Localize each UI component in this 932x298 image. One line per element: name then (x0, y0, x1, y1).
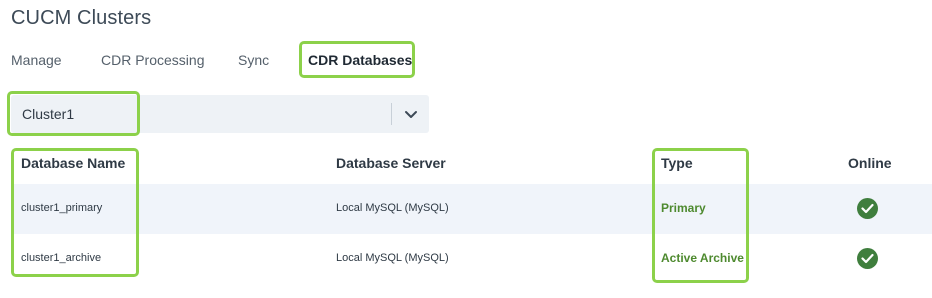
cluster-select-value: Cluster1 (22, 106, 75, 122)
chevron-down-icon[interactable] (403, 108, 419, 120)
tab-sync[interactable]: Sync (238, 52, 269, 68)
type-cell: Primary (661, 201, 706, 215)
column-header-database-name[interactable]: Database Name (21, 155, 125, 171)
table-row[interactable]: cluster1_primary Local MySQL (MySQL) Pri… (11, 184, 932, 234)
column-header-database-server[interactable]: Database Server (336, 155, 446, 171)
database-server-cell: Local MySQL (MySQL) (336, 252, 449, 264)
online-check-icon (857, 248, 878, 269)
tab-manage[interactable]: Manage (11, 52, 62, 68)
column-header-type[interactable]: Type (661, 155, 693, 171)
online-check-icon (857, 198, 878, 219)
cluster-select[interactable]: Cluster1 (11, 95, 429, 133)
database-name-cell: cluster1_primary (21, 202, 103, 214)
tab-cdr-databases[interactable]: CDR Databases (308, 52, 412, 68)
tab-cdr-processing[interactable]: CDR Processing (101, 52, 204, 68)
database-server-cell: Local MySQL (MySQL) (336, 202, 449, 214)
database-name-cell: cluster1_archive (21, 252, 102, 264)
table-header: Database Name Database Server Type Onlin… (11, 144, 932, 184)
tab-bar: Manage CDR Processing Sync CDR Databases (0, 40, 932, 80)
page-title: CUCM Clusters (11, 7, 152, 29)
cdr-databases-table: Database Name Database Server Type Onlin… (11, 144, 932, 284)
select-divider (391, 103, 392, 125)
table-row[interactable]: cluster1_archive Local MySQL (MySQL) Act… (11, 234, 932, 284)
type-cell: Active Archive (661, 251, 744, 265)
column-header-online[interactable]: Online (848, 155, 892, 171)
